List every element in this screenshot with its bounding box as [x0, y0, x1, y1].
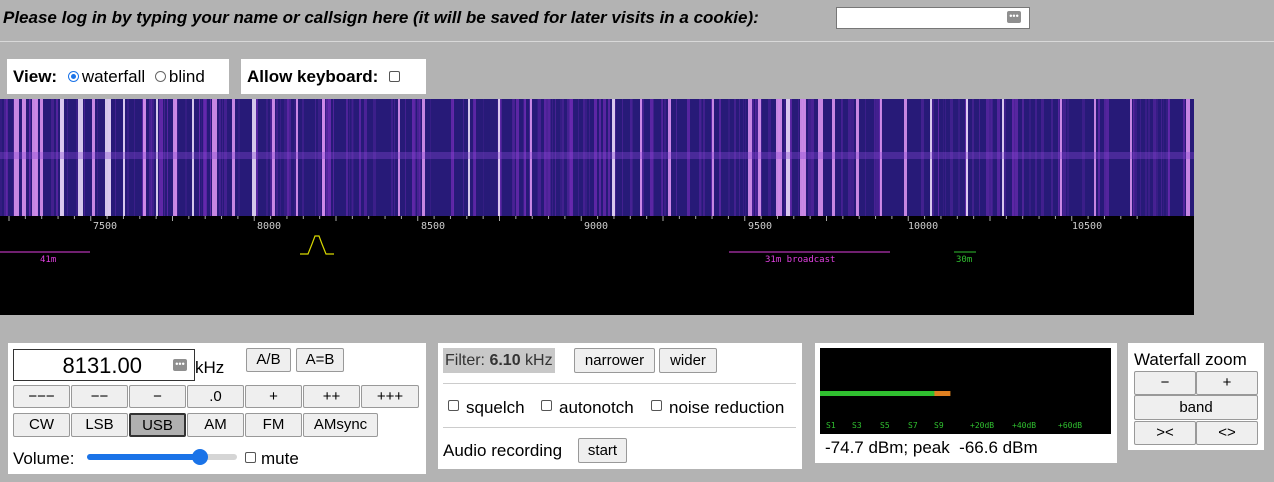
- scale-tick-10500: 10500: [1072, 221, 1103, 232]
- frequency-input[interactable]: 8131.00 •••: [13, 349, 195, 381]
- filter-label: Filter:: [445, 352, 485, 369]
- mute-label: mute: [261, 449, 299, 468]
- divider: [443, 427, 796, 428]
- blind-option-label: blind: [168, 67, 205, 86]
- step-down-2-button[interactable]: −−: [71, 385, 128, 408]
- waterfall-radio[interactable]: [67, 70, 79, 82]
- vfo-ab-button[interactable]: A/B: [246, 348, 291, 372]
- passband-marker[interactable]: [300, 235, 334, 255]
- volume-slider-thumb[interactable]: [191, 449, 208, 465]
- smeter-label: S5: [880, 421, 890, 430]
- zoom-out-button[interactable]: −: [1134, 371, 1196, 395]
- squelch-label: squelch: [466, 398, 525, 417]
- band-label-31m[interactable]: 31m broadcast: [765, 255, 835, 265]
- smeter-label: S1: [826, 421, 836, 430]
- divider: [443, 383, 796, 384]
- waterfall-spectrum: [0, 99, 1194, 216]
- smeter-label: S7: [908, 421, 918, 430]
- smeter-label: +60dB: [1058, 421, 1083, 430]
- volume-slider[interactable]: [87, 449, 237, 465]
- waterfall-option-label: waterfall: [81, 67, 146, 86]
- zoom-panel: Waterfall zoom − + band >< <>: [1128, 343, 1264, 450]
- step-up-3-button[interactable]: +++: [361, 385, 419, 408]
- step-up-1-button[interactable]: +: [245, 385, 302, 408]
- smeter-label: S9: [934, 421, 944, 430]
- round-button[interactable]: .0: [187, 385, 244, 408]
- band-label-30m[interactable]: 30m: [956, 255, 972, 265]
- smeter-display: S1 S3 S5 S7 S9 +20dB +40dB +60dB: [820, 348, 1111, 434]
- keyboard-label: Allow keyboard:: [247, 67, 379, 86]
- filter-unit: kHz: [525, 352, 553, 369]
- smeter-bar: [820, 391, 937, 396]
- header-divider: [0, 41, 1274, 42]
- filter-wider-button[interactable]: wider: [659, 348, 717, 373]
- noise-reduction-checkbox[interactable]: [651, 400, 662, 411]
- frequency-panel: 8131.00 ••• kHz A/B A=B −−− −− − .0 + ++…: [8, 343, 426, 474]
- mode-cw-button[interactable]: CW: [13, 413, 70, 437]
- login-prompt: Please log in by typing your name or cal…: [3, 8, 759, 27]
- password-manager-icon[interactable]: •••: [1007, 11, 1021, 23]
- blind-radio[interactable]: [154, 70, 166, 82]
- input-options-icon[interactable]: •••: [173, 359, 187, 371]
- zoom-in-button[interactable]: +: [1196, 371, 1258, 395]
- scale-tick-8000: 8000: [257, 221, 282, 232]
- mode-amsync-button[interactable]: AMsync: [303, 413, 378, 437]
- scale-tick-9000: 9000: [584, 221, 609, 232]
- filter-bandwidth: 6.10: [489, 352, 521, 369]
- zoom-max-out-button[interactable]: <>: [1196, 421, 1258, 445]
- waterfall-display[interactable]: [0, 99, 1194, 216]
- mute-checkbox[interactable]: [245, 452, 256, 463]
- smeter-panel: S1 S3 S5 S7 S9 +20dB +40dB +60dB -74.7 dBm; pea…: [815, 343, 1117, 463]
- squelch-checkbox[interactable]: [448, 400, 459, 411]
- smeter-label: S3: [852, 421, 862, 430]
- audio-panel: Filter: 6.10 kHz narrower wider squelch …: [438, 343, 802, 469]
- frequency-value: 8131.00: [62, 353, 142, 378]
- autonotch-label: autonotch: [559, 398, 634, 417]
- keyboard-panel: Allow keyboard:: [241, 59, 426, 94]
- audio-recording-label: Audio recording: [443, 441, 563, 460]
- view-label: View:: [13, 67, 58, 86]
- callsign-input[interactable]: •••: [836, 7, 1030, 29]
- filter-readout: Filter: 6.10 kHz: [443, 348, 555, 373]
- scale-tick-10000: 10000: [908, 221, 939, 232]
- step-down-3-button[interactable]: −−−: [13, 385, 70, 408]
- band-label-41m[interactable]: 41m: [40, 255, 56, 265]
- recording-start-button[interactable]: start: [578, 438, 627, 463]
- filter-narrower-button[interactable]: narrower: [574, 348, 655, 373]
- view-panel: View: waterfall blind: [7, 59, 229, 94]
- scale-tick-7500: 7500: [93, 221, 118, 232]
- step-down-1-button[interactable]: −: [129, 385, 186, 408]
- noise-reduction-label: noise reduction: [669, 398, 785, 417]
- vfo-a-equals-b-button[interactable]: A=B: [296, 348, 344, 372]
- mode-am-button[interactable]: AM: [187, 413, 244, 437]
- frequency-unit: kHz: [195, 358, 225, 377]
- smeter-readout: -74.7 dBm; peak -66.6 dBm: [825, 438, 1038, 457]
- volume-slider-fill: [87, 454, 200, 460]
- smeter-peak: [934, 391, 951, 396]
- step-up-2-button[interactable]: ++: [303, 385, 360, 408]
- mode-lsb-button[interactable]: LSB: [71, 413, 128, 437]
- scale-tick-8500: 8500: [421, 221, 446, 232]
- mode-fm-button[interactable]: FM: [245, 413, 302, 437]
- scale-tick-9500: 9500: [748, 221, 773, 232]
- autonotch-checkbox[interactable]: [541, 400, 552, 411]
- keyboard-checkbox[interactable]: [389, 70, 401, 82]
- zoom-title: Waterfall zoom: [1134, 350, 1247, 369]
- frequency-scale[interactable]: 7500 8000 8500 9000 9500 10000 10500 41m…: [0, 216, 1194, 315]
- smeter-label: +40dB: [1012, 421, 1037, 430]
- zoom-max-in-button[interactable]: ><: [1134, 421, 1196, 445]
- smeter-label: +20dB: [970, 421, 995, 430]
- mode-usb-button[interactable]: USB: [129, 413, 186, 437]
- volume-label: Volume:: [13, 449, 75, 468]
- zoom-band-button[interactable]: band: [1134, 395, 1258, 420]
